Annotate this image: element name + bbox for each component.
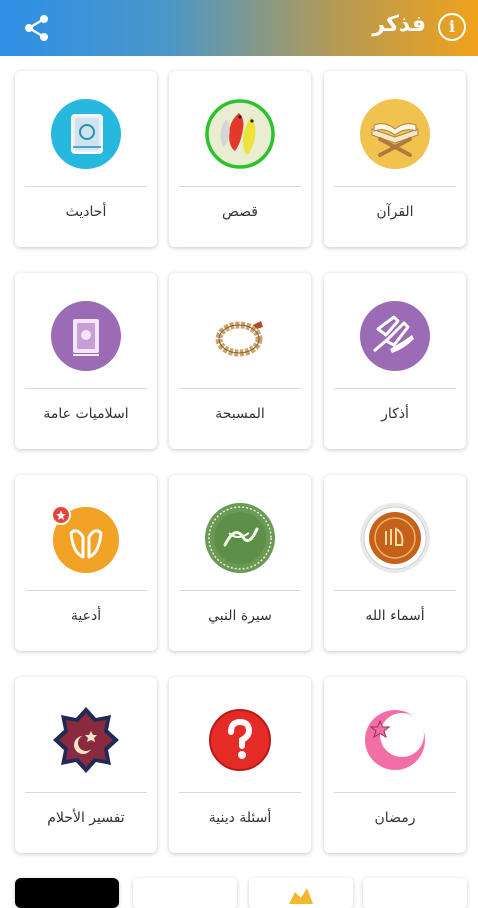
card-divider xyxy=(179,388,301,389)
card-divider xyxy=(179,792,301,793)
card-label: أدعية xyxy=(70,608,102,624)
crescent-star-icon xyxy=(365,710,425,770)
app-title: فذكر xyxy=(372,12,426,37)
card-names-of-allah[interactable]: أسماء الله xyxy=(324,475,466,651)
card-divider xyxy=(334,388,456,389)
parrots-icon xyxy=(205,99,275,169)
prayer-beads-icon xyxy=(215,321,263,357)
card-label: أسماء الله xyxy=(365,608,425,624)
partial-card[interactable] xyxy=(249,878,353,908)
allah-calligraphy-icon xyxy=(360,503,430,573)
card-stories[interactable]: قصص xyxy=(169,71,311,247)
card-label: اسلاميات عامة xyxy=(43,406,129,422)
card-divider xyxy=(334,186,456,187)
card-label: أذكار xyxy=(381,406,409,422)
card-label: أحاديث xyxy=(65,204,107,220)
card-label: رمضان xyxy=(374,810,416,826)
praying-hands-icon xyxy=(360,301,430,371)
islamic-book-icon xyxy=(51,301,121,371)
card-tasbih[interactable]: المسبحة xyxy=(169,273,311,449)
card-divider xyxy=(25,388,147,389)
card-religious-questions[interactable]: أسئلة دينية xyxy=(169,677,311,853)
card-label: القرآن xyxy=(376,204,414,220)
card-divider xyxy=(334,792,456,793)
card-divider xyxy=(179,186,301,187)
card-divider xyxy=(334,590,456,591)
card-ramadan[interactable]: رمضان xyxy=(324,677,466,853)
card-islamic-general[interactable]: اسلاميات عامة xyxy=(15,273,157,449)
card-quran[interactable]: القرآن xyxy=(324,71,466,247)
card-dream-interpretation[interactable]: تفسير الأحلام xyxy=(15,677,157,853)
card-label: سيرة النبي xyxy=(208,608,272,624)
quran-book-stand-icon xyxy=(360,99,430,169)
card-adhkar[interactable]: أذكار xyxy=(324,273,466,449)
dream-interpretation-icon xyxy=(53,707,119,773)
question-mark-icon xyxy=(209,709,271,771)
card-divider xyxy=(179,590,301,591)
partial-icon xyxy=(289,888,313,904)
card-hadith[interactable]: أحاديث xyxy=(15,71,157,247)
hadith-book-icon xyxy=(51,99,121,169)
partial-card[interactable] xyxy=(133,878,237,908)
muhammad-calligraphy-icon xyxy=(205,503,275,573)
card-label: قصص xyxy=(222,204,258,220)
dua-hands-icon xyxy=(51,505,119,573)
partial-card[interactable] xyxy=(363,878,467,908)
top-app-bar: فذكر i xyxy=(0,0,478,56)
card-divider xyxy=(25,186,147,187)
card-divider xyxy=(25,590,147,591)
share-icon[interactable] xyxy=(22,13,52,43)
card-label: تفسير الأحلام xyxy=(47,810,125,826)
card-label: أسئلة دينية xyxy=(208,810,272,826)
card-supplications[interactable]: أدعية xyxy=(15,475,157,651)
card-divider xyxy=(25,792,147,793)
info-icon[interactable]: i xyxy=(438,13,466,41)
card-prophet-biography[interactable]: سيرة النبي xyxy=(169,475,311,651)
partial-card[interactable] xyxy=(15,878,119,908)
card-label: المسبحة xyxy=(215,406,265,422)
